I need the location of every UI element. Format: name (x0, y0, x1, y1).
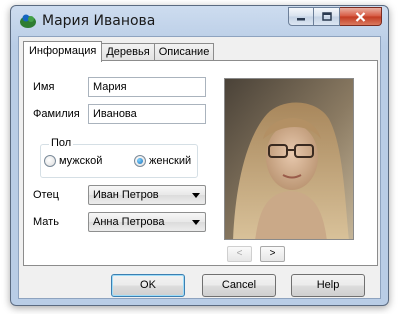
person-photo (224, 78, 354, 240)
father-label: Отец (33, 189, 59, 201)
close-button[interactable] (340, 7, 382, 26)
caption-buttons (288, 7, 382, 26)
tab-description[interactable]: Описание (153, 43, 215, 61)
dialog-window: Мария Иванова Информация Деревья Описани… (10, 5, 389, 306)
father-value: Иван Петров (93, 189, 159, 201)
minimize-icon (297, 17, 305, 20)
mother-dropdown[interactable]: Анна Петрова (88, 212, 206, 232)
ok-button[interactable]: OK (111, 274, 185, 297)
chevron-down-icon (192, 193, 200, 198)
last-name-field[interactable]: Иванова (88, 104, 206, 124)
first-name-label: Имя (33, 81, 55, 93)
radio-male-circle[interactable] (44, 155, 56, 167)
last-name-label: Фамилия (33, 108, 80, 120)
gender-caption: Пол (49, 137, 74, 149)
minimize-button[interactable] (288, 7, 314, 26)
prev-photo-button[interactable]: < (227, 246, 252, 262)
title-bar[interactable]: Мария Иванова (11, 6, 388, 36)
cancel-button[interactable]: Cancel (202, 274, 276, 297)
radio-male-label: мужской (59, 155, 103, 167)
radio-female-label: женский (149, 155, 192, 167)
chevron-down-icon (192, 220, 200, 225)
mother-label: Мать (33, 216, 59, 228)
close-icon (355, 11, 366, 22)
person-app-icon (19, 13, 37, 29)
mother-value: Анна Петрова (93, 216, 165, 228)
tab-info[interactable]: Информация (23, 41, 103, 62)
maximize-button[interactable] (314, 7, 340, 26)
info-tab-panel: Имя Мария Фамилия Иванова Пол мужской же… (23, 60, 378, 266)
help-button[interactable]: Help (291, 274, 365, 297)
maximize-icon (321, 12, 332, 21)
radio-female[interactable]: женский (134, 155, 191, 167)
tab-strip: Информация Деревья Описание (23, 41, 215, 62)
window-title: Мария Иванова (42, 13, 156, 29)
dialog-client-area: Информация Деревья Описание Имя Мария Фа… (18, 36, 381, 299)
first-name-field[interactable]: Мария (88, 77, 206, 97)
radio-male[interactable]: мужской (44, 155, 102, 167)
next-photo-button[interactable]: > (260, 246, 285, 262)
father-dropdown[interactable]: Иван Петров (88, 185, 206, 205)
gender-groupbox: Пол мужской женский (40, 137, 198, 178)
tab-trees[interactable]: Деревья (101, 43, 155, 61)
radio-female-circle[interactable] (134, 155, 146, 167)
